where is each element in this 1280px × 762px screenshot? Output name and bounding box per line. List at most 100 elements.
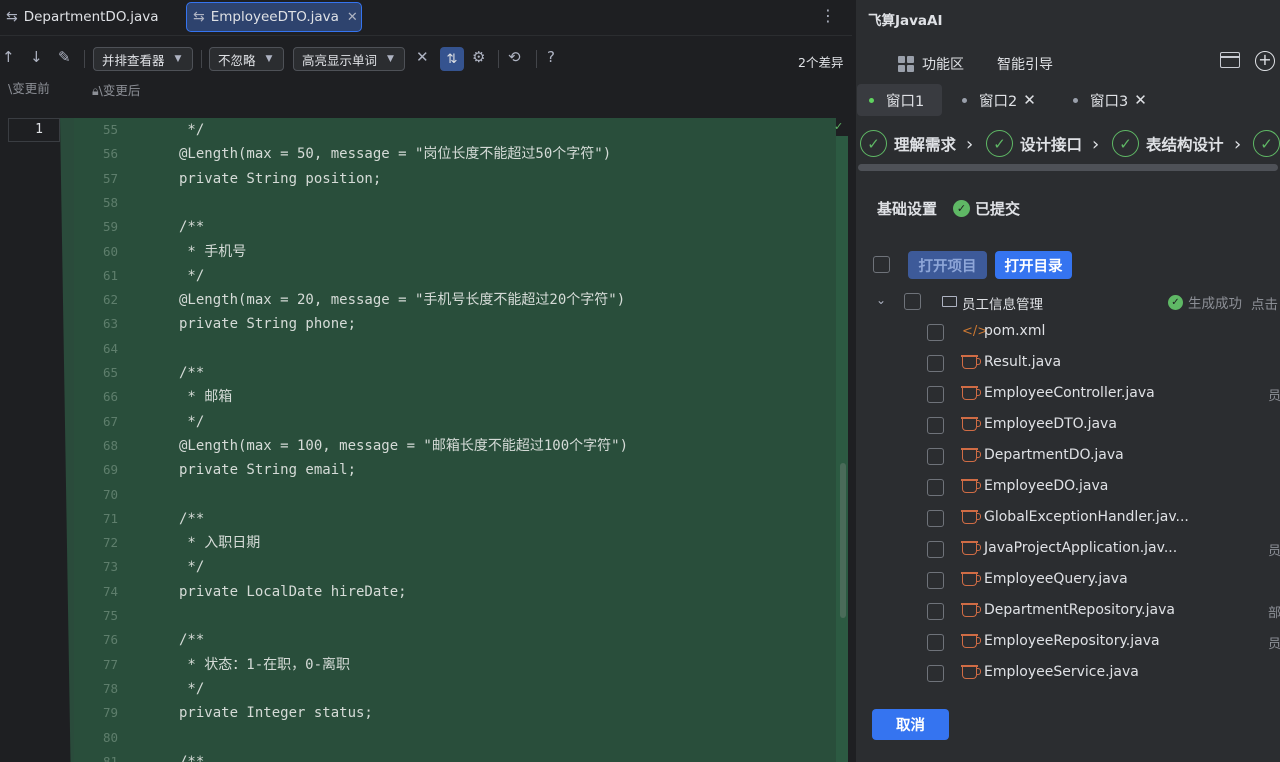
tab-employee-dto[interactable]: ⇆ EmployeeDTO.java ✕ xyxy=(186,2,362,32)
code-editor[interactable]: 1 55 56 57 58 59 60 61 62 63 64 65 66 67 68 69 70 71 72 73… xyxy=(0,118,852,762)
java-file-icon xyxy=(961,572,981,586)
file-row[interactable]: EmployeeRepository.java 员 xyxy=(856,628,1280,658)
file-checkbox[interactable] xyxy=(927,386,944,403)
open-project-button[interactable]: 打开项目 xyxy=(908,251,987,279)
basic-settings: 基础设置 ✓ 已提交 xyxy=(877,198,1020,219)
step-design-api[interactable]: ✓ 设计接口 xyxy=(986,130,1082,157)
generation-status-text: 生成成功 xyxy=(1188,296,1242,312)
folder-checkbox[interactable] xyxy=(904,293,921,310)
line-number: 67 xyxy=(102,413,118,429)
new-window-icon[interactable] xyxy=(1220,52,1240,68)
select-all-checkbox[interactable] xyxy=(873,256,890,273)
tab-department-do[interactable]: ⇆ DepartmentDO.java xyxy=(0,2,178,32)
viewer-dropdown[interactable]: 并排查看器 ▼ xyxy=(93,47,193,71)
folder-row[interactable]: ⌄ 员工信息管理 ✓ 生成成功 点击 xyxy=(856,287,1280,317)
step-label: 表结构设计 xyxy=(1146,135,1224,154)
line-number: 76 xyxy=(102,632,118,648)
window-tab-1[interactable]: 窗口1 xyxy=(857,84,942,116)
smart-guide-label: 智能引导 xyxy=(997,57,1053,73)
line-number: 59 xyxy=(102,219,118,235)
code-line: */ xyxy=(179,413,205,430)
close-tab-icon[interactable]: ✕ xyxy=(347,10,358,25)
more-options-icon[interactable]: ⋮ xyxy=(820,6,836,25)
steps-scrollbar[interactable] xyxy=(858,164,1278,171)
file-checkbox[interactable] xyxy=(927,572,944,589)
sync-icon[interactable]: ⟲ xyxy=(508,48,521,66)
file-name: DepartmentRepository.java xyxy=(984,602,1175,618)
file-row[interactable]: GlobalExceptionHandler.jav... xyxy=(856,504,1280,534)
file-checkbox[interactable] xyxy=(927,355,944,372)
next-diff-icon[interactable]: ↓ xyxy=(30,48,43,66)
file-row[interactable]: EmployeeDO.java xyxy=(856,473,1280,503)
ignore-dropdown[interactable]: 不忽略 ▼ xyxy=(209,47,284,71)
tab-label: DepartmentDO.java xyxy=(23,9,159,25)
line-number: 62 xyxy=(102,292,118,308)
line-number: 77 xyxy=(102,656,118,672)
line-number: 80 xyxy=(102,729,118,745)
function-area-tab[interactable]: 功能区 xyxy=(898,54,964,74)
line-number: 69 xyxy=(102,462,118,478)
swap-sides-icon[interactable]: ⇅ xyxy=(440,47,464,71)
file-note: 部 xyxy=(1268,606,1280,621)
code-line: private Integer status; xyxy=(179,705,373,722)
ai-panel: 飞算JavaAI 功能区 智能引导 + 窗口1 窗口2 ✕ 窗口3 ✕ ✓ 理解… xyxy=(856,0,1280,762)
code-line: */ xyxy=(179,559,205,576)
file-row[interactable]: DepartmentDO.java xyxy=(856,442,1280,472)
file-checkbox[interactable] xyxy=(927,634,944,651)
line-number: 68 xyxy=(102,437,118,453)
scrollbar-thumb[interactable] xyxy=(840,463,846,618)
file-checkbox[interactable] xyxy=(927,324,944,341)
line-number: 64 xyxy=(102,340,118,356)
help-icon[interactable]: ? xyxy=(547,48,555,66)
click-hint[interactable]: 点击 xyxy=(1251,293,1278,313)
file-row[interactable]: JavaProjectApplication.jav... 员 xyxy=(856,535,1280,565)
prev-diff-icon[interactable]: ↑ xyxy=(2,48,15,66)
java-file-icon xyxy=(961,479,981,493)
chevron-down-icon[interactable]: ⌄ xyxy=(876,293,886,307)
file-row[interactable]: EmployeeService.java xyxy=(856,659,1280,689)
check-circle-icon: ✓ xyxy=(953,200,971,217)
file-row[interactable]: EmployeeDTO.java xyxy=(856,411,1280,441)
edit-icon[interactable]: ✎ xyxy=(58,48,71,66)
step-table-design[interactable]: ✓ 表结构设计 xyxy=(1112,130,1224,157)
file-checkbox[interactable] xyxy=(927,479,944,496)
java-file-icon xyxy=(961,634,981,648)
file-note: 员 xyxy=(1268,637,1280,652)
open-directory-button[interactable]: 打开目录 xyxy=(995,251,1072,279)
file-checkbox[interactable] xyxy=(927,665,944,682)
file-name: EmployeeDO.java xyxy=(984,478,1109,494)
caret-down-icon: ▼ xyxy=(265,54,273,64)
window-tab-2[interactable]: 窗口2 ✕ xyxy=(950,84,1048,116)
lock-icon: 🔒︎ xyxy=(92,83,99,98)
file-row[interactable]: EmployeeQuery.java xyxy=(856,566,1280,596)
code-line: @Length(max = 20, message = "手机号长度不能超过20… xyxy=(179,292,626,309)
window-tab-3[interactable]: 窗口3 ✕ xyxy=(1061,84,1159,116)
file-row[interactable]: </> pom.xml xyxy=(856,318,1280,348)
grid-icon xyxy=(898,56,914,72)
file-checkbox[interactable] xyxy=(927,603,944,620)
panel-nav: 功能区 智能引导 xyxy=(856,44,1280,82)
file-row[interactable]: Result.java xyxy=(856,349,1280,379)
step-next[interactable]: ✓ xyxy=(1253,130,1280,157)
step-understand[interactable]: ✓ 理解需求 xyxy=(860,130,956,157)
file-row[interactable]: DepartmentRepository.java 部 xyxy=(856,597,1280,627)
smart-guide-tab[interactable]: 智能引导 xyxy=(997,54,1053,74)
close-icon[interactable]: ✕ xyxy=(1023,91,1036,109)
check-circle-icon: ✓ xyxy=(1168,294,1183,310)
code-line: private LocalDate hireDate; xyxy=(179,583,407,600)
cancel-button[interactable]: 取消 xyxy=(872,709,949,740)
basic-settings-label: 基础设置 xyxy=(877,200,938,218)
settings-gear-icon[interactable]: ⚙ xyxy=(472,48,485,66)
highlight-dropdown[interactable]: 高亮显示单词 ▼ xyxy=(293,47,405,71)
close-icon[interactable]: ✕ xyxy=(1134,91,1147,109)
line-number: 79 xyxy=(102,705,118,721)
file-checkbox[interactable] xyxy=(927,510,944,527)
file-name: DepartmentDO.java xyxy=(984,447,1124,463)
code-line: /** xyxy=(179,753,205,762)
file-checkbox[interactable] xyxy=(927,541,944,558)
file-checkbox[interactable] xyxy=(927,448,944,465)
file-checkbox[interactable] xyxy=(927,417,944,434)
collapse-icon[interactable]: ✕ xyxy=(416,48,429,66)
file-row[interactable]: EmployeeController.java 员 xyxy=(856,380,1280,410)
add-icon[interactable]: + xyxy=(1255,51,1275,71)
